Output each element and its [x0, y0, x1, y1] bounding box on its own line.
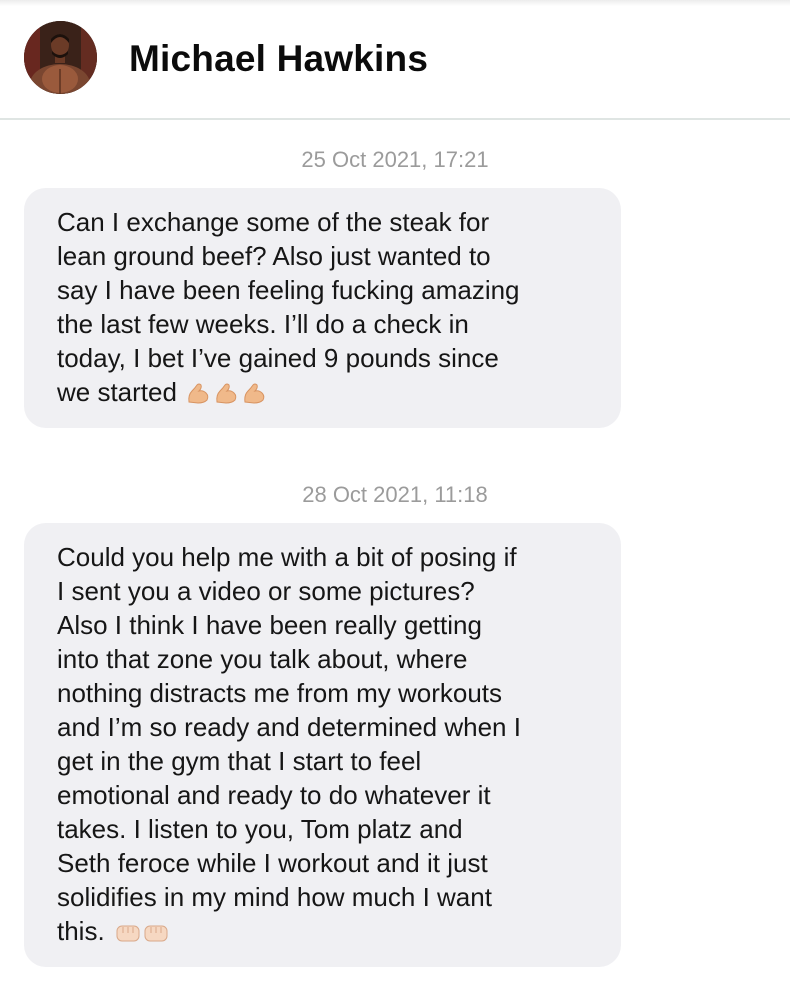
message-timestamp: 28 Oct 2021, 11:18 — [302, 482, 488, 507]
message-line-last: this. — [57, 914, 601, 952]
message-line: I sent you a video or some pictures? — [57, 576, 475, 606]
message-line-text: this. — [57, 916, 105, 946]
message-line: get in the gym that I start to feel — [57, 746, 422, 776]
message-line: into that zone you talk about, where — [57, 644, 468, 674]
message-line: lean ground beef? Also just wanted to — [57, 241, 491, 271]
message-line: Could you help me with a bit of posing i… — [57, 542, 517, 572]
message-line: takes. I listen to you, Tom platz and — [57, 814, 463, 844]
message-line: today, I bet I’ve gained 9 pounds since — [57, 343, 499, 373]
avatar[interactable] — [24, 21, 97, 94]
message-bubble[interactable]: Could you help me with a bit of posing i… — [24, 523, 621, 967]
message-line-last: we started — [57, 375, 601, 413]
oncoming-fist-icon — [114, 918, 172, 952]
message-line: Also I think I have been really getting — [57, 610, 482, 640]
message-bubble[interactable]: Can I exchange some of the steak for lea… — [24, 188, 621, 428]
contact-name: Michael Hawkins — [129, 38, 429, 79]
message-line: say I have been feeling fucking amazing — [57, 275, 520, 305]
flexed-biceps-icon — [186, 379, 270, 413]
message-line: solidifies in my mind how much I want — [57, 882, 492, 912]
message-line: Can I exchange some of the steak for — [57, 207, 490, 237]
message-line: nothing distracts me from my workouts — [57, 678, 503, 708]
message-timestamp: 25 Oct 2021, 17:21 — [301, 147, 489, 172]
message-line: and I’m so ready and determined when I — [57, 712, 521, 742]
avatar-photo — [24, 21, 97, 94]
chat-header: Michael Hawkins — [0, 0, 790, 120]
message-line-text: we started — [57, 377, 177, 407]
message-line: Seth feroce while I workout and it just — [57, 848, 488, 878]
message-line: the last few weeks. I’ll do a check in — [57, 309, 469, 339]
message-line: emotional and ready to do whatever it — [57, 780, 491, 810]
